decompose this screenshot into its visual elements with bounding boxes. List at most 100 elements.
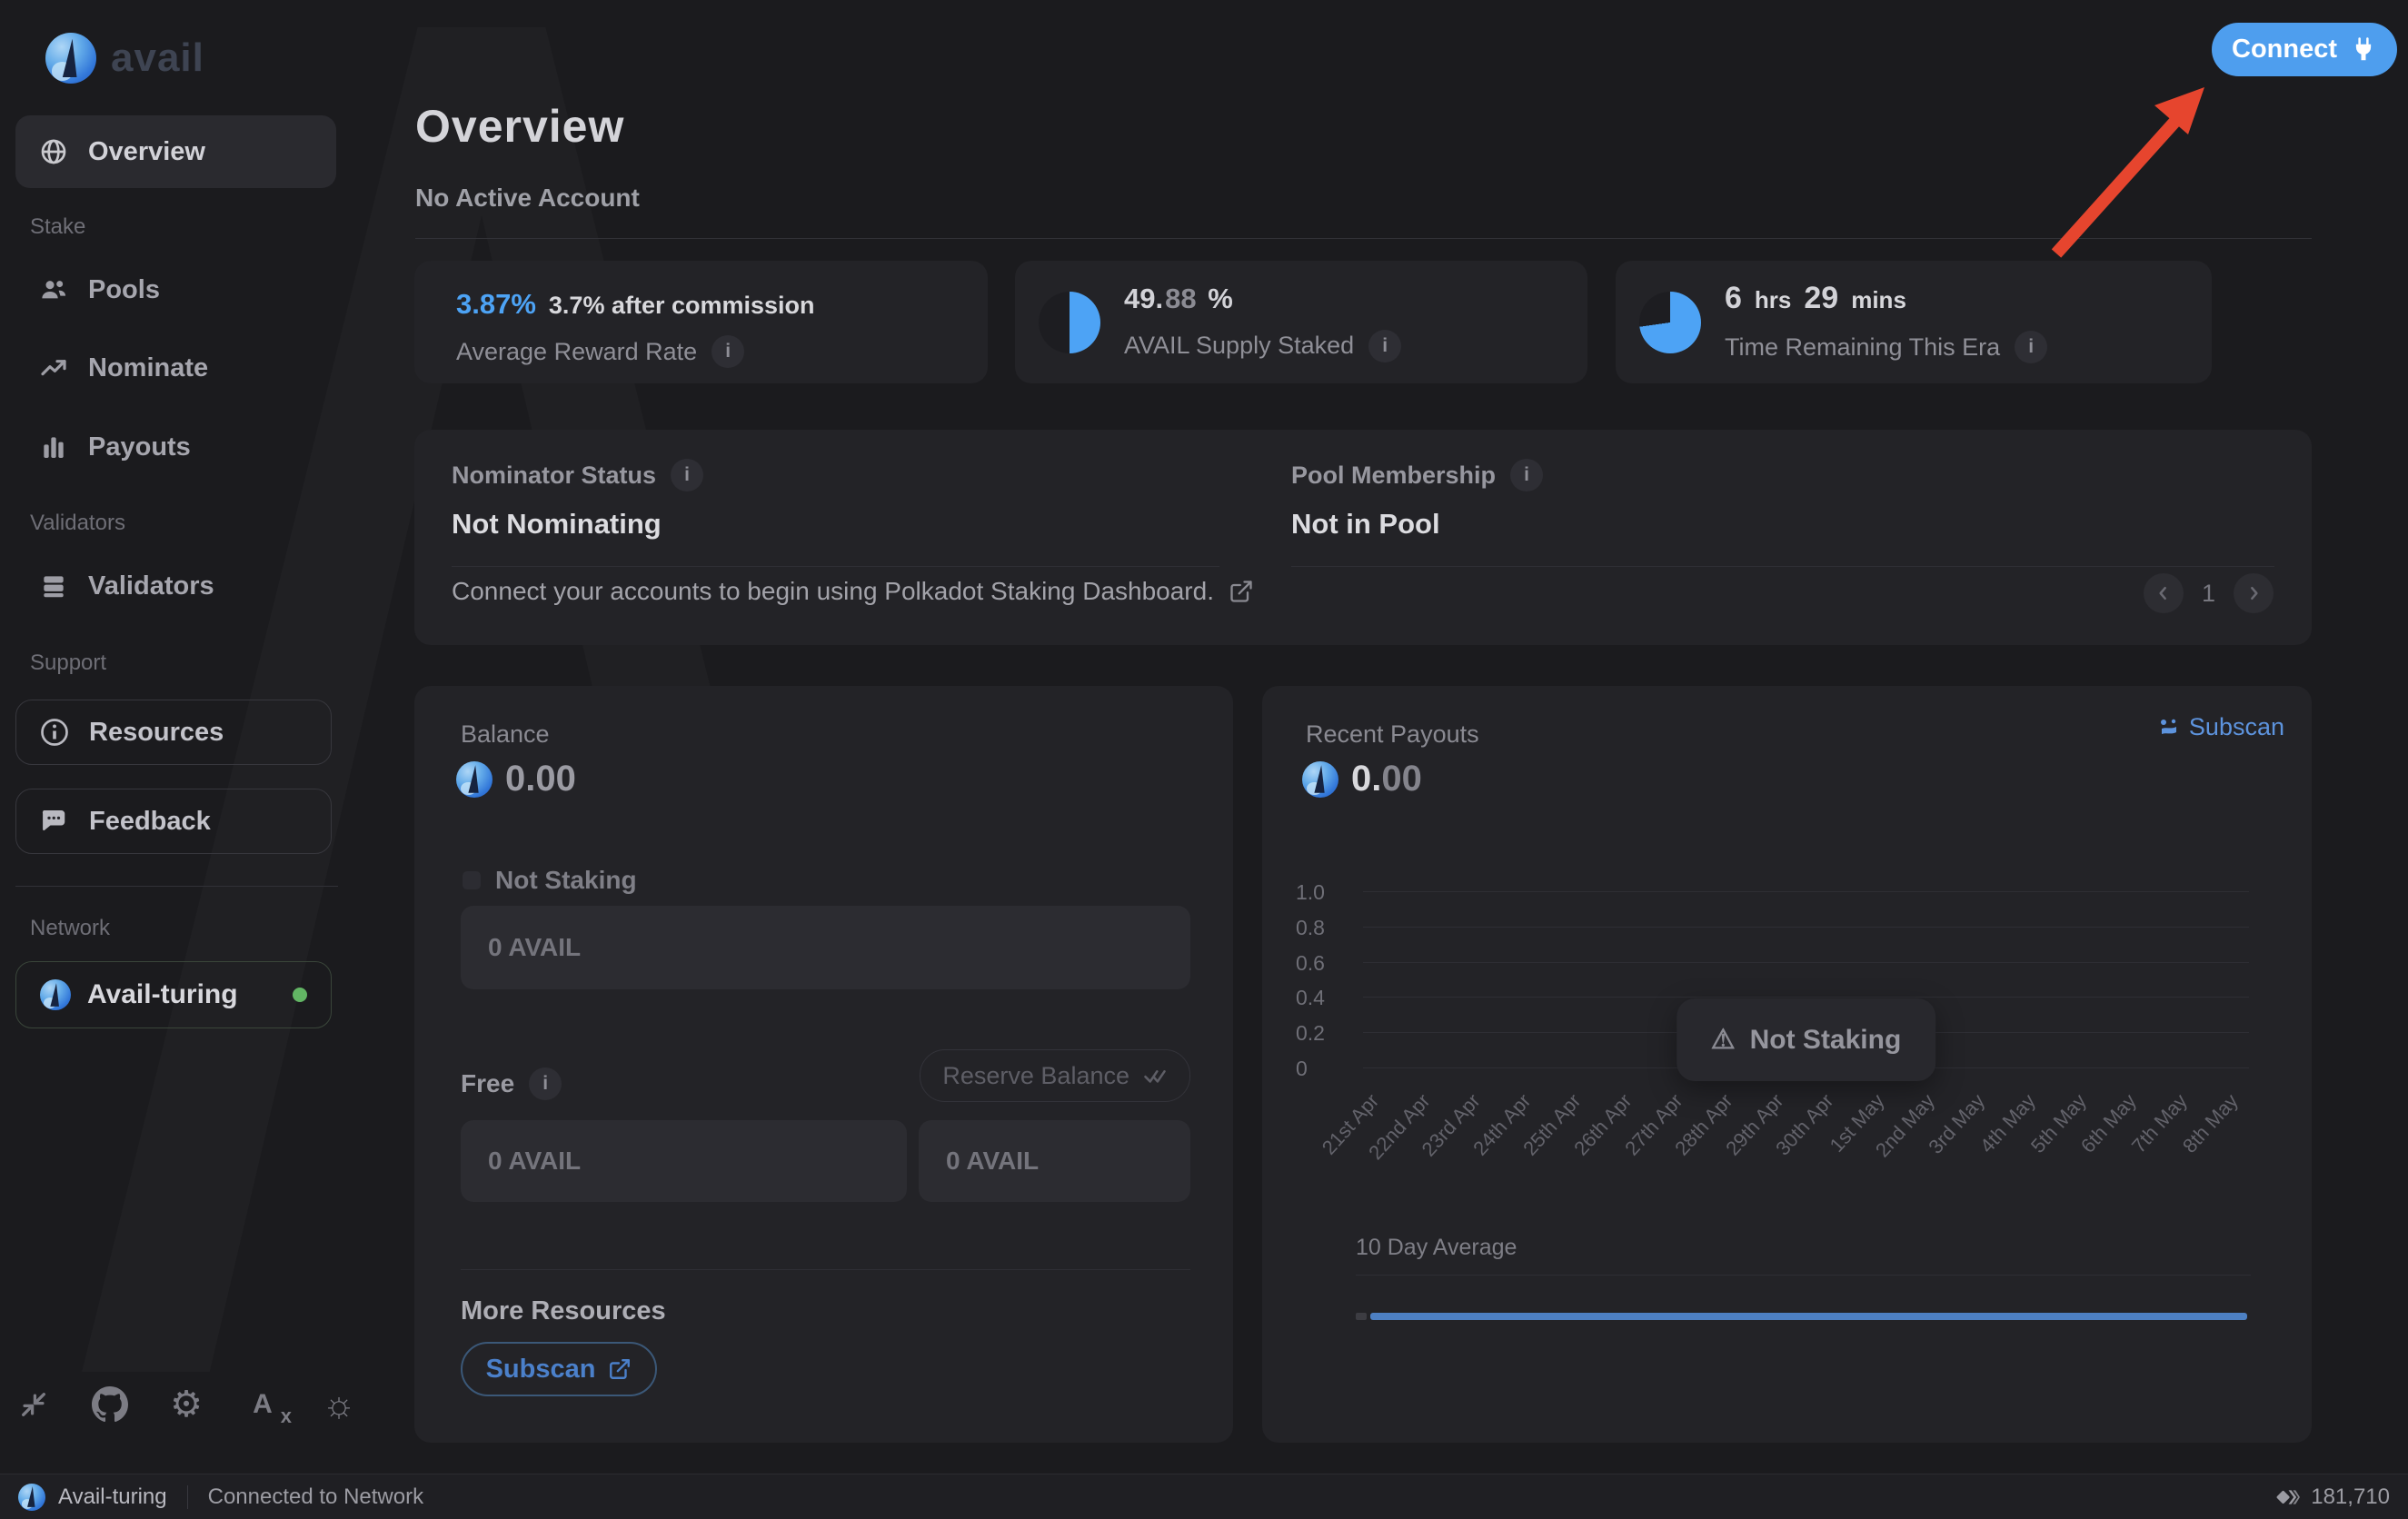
reserve-balance-label: Reserve Balance [942, 1062, 1129, 1090]
stat-label: AVAIL Supply Staked [1124, 332, 1354, 360]
users-icon [39, 275, 68, 304]
y-tick-label: 0.6 [1296, 951, 1350, 976]
subscan-link[interactable]: Subscan [2158, 713, 2284, 741]
language-icon[interactable]: Ax [244, 1386, 281, 1423]
globe-icon [39, 137, 68, 166]
sidebar-item-overview[interactable]: Overview [15, 115, 336, 188]
nominator-status-block: Nominator Status Not Nominating [452, 459, 703, 541]
footer-network-icon [18, 1484, 45, 1511]
stat-label: Time Remaining This Era [1725, 333, 2000, 362]
header-divider [415, 238, 2312, 239]
external-link-icon [608, 1357, 632, 1381]
network-logo-icon [40, 979, 71, 1010]
theme-toggle-icon[interactable] [321, 1386, 357, 1423]
pager-prev-button[interactable] [2144, 573, 2184, 613]
info-icon[interactable] [711, 335, 744, 368]
era-time-pie-icon [1639, 292, 1701, 353]
info-icon[interactable] [1368, 330, 1401, 362]
payouts-amount-dec: 00 [1381, 759, 1422, 799]
footer-connection-status: Connected to Network [208, 1484, 423, 1510]
era-mins-unit: mins [1851, 286, 1906, 314]
balance-card: Balance 0.00 Not Staking 0 AVAIL Free Re… [414, 686, 1233, 1443]
page-title: Overview [415, 100, 624, 153]
subscan-button[interactable]: Subscan [461, 1342, 657, 1396]
server-stack-icon [39, 571, 68, 601]
info-icon[interactable] [671, 459, 703, 491]
balance-amount: 0.00 [505, 759, 576, 799]
gridline [1363, 891, 2249, 892]
not-staking-badge: Not Staking [1677, 998, 1936, 1081]
nominator-status-label: Nominator Status [452, 462, 656, 490]
payouts-amount-int: 0. [1351, 759, 1381, 799]
pool-membership-label: Pool Membership [1291, 462, 1496, 490]
ten-day-average-label: 10 Day Average [1356, 1235, 1517, 1261]
ten-day-average-line [1370, 1313, 2247, 1320]
recent-payouts-card: Subscan Recent Payouts 0.00 1.0 0.8 0.6 … [1262, 686, 2312, 1443]
footer-block-number[interactable]: 181,710 [2276, 1484, 2390, 1510]
section-label-support: Support [30, 650, 106, 676]
sidebar-button-feedback[interactable]: Feedback [15, 789, 332, 854]
connect-button[interactable]: Connect [2212, 23, 2397, 76]
legend-label: Not Staking [495, 866, 637, 895]
not-staking-badge-label: Not Staking [1750, 1025, 1902, 1056]
external-link-icon[interactable] [1229, 579, 1254, 604]
settings-gear-icon[interactable] [168, 1386, 204, 1423]
era-mins: 29 [1804, 281, 1838, 316]
sidebar: avail Overview Stake Pools Nomi [0, 0, 391, 1474]
avail-token-icon [456, 761, 493, 798]
sidebar-button-resources[interactable]: Resources [15, 700, 332, 765]
section-label-network: Network [30, 916, 110, 941]
pager-next-button[interactable] [2234, 573, 2274, 613]
section-label-stake: Stake [30, 214, 85, 240]
era-hours: 6 [1725, 281, 1742, 316]
sidebar-item-payouts[interactable]: Payouts [15, 415, 336, 479]
sidebar-toolbar: Ax [15, 1386, 357, 1423]
reserve-balance-toggle[interactable]: Reserve Balance [920, 1049, 1190, 1102]
subscan-link-label: Subscan [2189, 713, 2284, 741]
stat-card-era-time: 6 hrs 29 mins Time Remaining This Era [1616, 261, 2212, 383]
pager-page-number: 1 [2202, 580, 2215, 608]
github-icon[interactable] [92, 1386, 128, 1423]
y-tick-label: 1.0 [1296, 880, 1350, 905]
status-pager: 1 [2144, 573, 2274, 613]
sidebar-item-label: Nominate [88, 353, 208, 383]
sidebar-item-label: Payouts [88, 432, 191, 462]
footer-bar: Avail-turing Connected to Network 181,71… [0, 1474, 2408, 1519]
balance-total-bar: 0 AVAIL [461, 906, 1190, 989]
info-icon[interactable] [2015, 331, 2047, 363]
sidebar-item-nominate[interactable]: Nominate [15, 336, 336, 400]
sidebar-button-label: Feedback [89, 807, 211, 837]
avail-token-icon [1302, 761, 1338, 798]
y-tick-label: 0.2 [1296, 1021, 1350, 1046]
free-balance-bar: 0 AVAIL [461, 1120, 907, 1202]
recent-payouts-title: Recent Payouts [1306, 720, 1479, 749]
supply-staked-int: 49. [1124, 283, 1163, 315]
bar-chart-icon [39, 432, 68, 462]
warning-icon [1711, 1024, 1736, 1056]
status-card: Nominator Status Not Nominating Pool Mem… [414, 430, 2312, 645]
collapse-sidebar-icon[interactable] [15, 1386, 52, 1423]
average-line-stub [1356, 1313, 1367, 1320]
network-switch-button[interactable]: Avail-turing [15, 961, 332, 1028]
avail-logo-icon [45, 33, 96, 84]
logo-text: avail [111, 35, 204, 81]
sidebar-item-validators[interactable]: Validators [15, 554, 336, 618]
app-logo[interactable]: avail [45, 33, 204, 84]
balance-legend-not-staking[interactable]: Not Staking [463, 866, 637, 895]
sidebar-item-label: Pools [88, 275, 160, 305]
gridline [1363, 962, 2249, 963]
info-icon[interactable] [529, 1067, 562, 1100]
network-online-dot [293, 988, 307, 1002]
trending-up-icon [39, 353, 68, 382]
era-hours-unit: hrs [1755, 286, 1791, 314]
average-divider [1356, 1275, 2251, 1276]
info-icon[interactable] [1510, 459, 1543, 491]
reserve-balance-value: 0 AVAIL [946, 1147, 1039, 1176]
footer-divider [187, 1485, 188, 1509]
balance-total-value: 0 AVAIL [488, 933, 581, 962]
section-label-validators: Validators [30, 511, 125, 536]
active-account-status: No Active Account [415, 184, 640, 213]
y-tick-label: 0.4 [1296, 986, 1350, 1010]
nominator-status-value: Not Nominating [452, 508, 703, 541]
sidebar-item-pools[interactable]: Pools [15, 258, 336, 322]
